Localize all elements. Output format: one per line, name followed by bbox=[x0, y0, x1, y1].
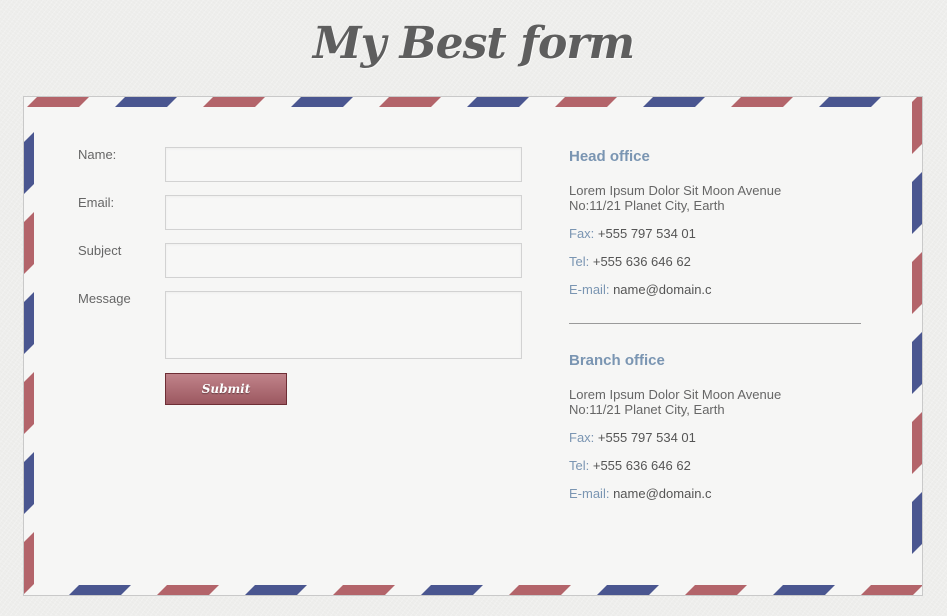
airmail-stripe bbox=[203, 97, 265, 107]
airmail-stripe bbox=[597, 585, 659, 595]
airmail-stripe bbox=[24, 532, 34, 594]
airmail-stripe bbox=[291, 97, 353, 107]
page-title: My Best form bbox=[312, 18, 635, 69]
branch-office-fax: Fax: +555 797 534 01 bbox=[569, 430, 696, 445]
fax-value: +555 797 534 01 bbox=[597, 430, 696, 445]
airmail-stripe bbox=[24, 292, 34, 354]
email-field[interactable] bbox=[165, 195, 522, 230]
airmail-stripe bbox=[509, 585, 571, 595]
airmail-stripe bbox=[467, 97, 529, 107]
branch-office-tel: Tel: +555 636 646 62 bbox=[569, 458, 691, 473]
airmail-stripe bbox=[24, 372, 34, 434]
tel-value: +555 636 646 62 bbox=[592, 458, 691, 473]
email-value: name@domain.c bbox=[613, 486, 712, 501]
airmail-stripe bbox=[685, 585, 747, 595]
airmail-stripe bbox=[555, 97, 617, 107]
airmail-envelope: Name: Email: Subject Message Submit Head… bbox=[23, 96, 923, 596]
airmail-stripe bbox=[69, 585, 131, 595]
fax-label: Fax: bbox=[569, 430, 595, 445]
airmail-stripe bbox=[24, 132, 34, 194]
airmail-stripe bbox=[643, 97, 705, 107]
email-label: E-mail: bbox=[569, 282, 610, 297]
email-value: name@domain.c bbox=[613, 282, 712, 297]
email-label: Email: bbox=[78, 195, 115, 210]
name-field[interactable] bbox=[165, 147, 522, 182]
airmail-stripe bbox=[24, 452, 34, 514]
head-office-tel: Tel: +555 636 646 62 bbox=[569, 254, 691, 269]
airmail-stripe bbox=[731, 97, 793, 107]
branch-office-address: Lorem Ipsum Dolor Sit Moon Avenue No:11/… bbox=[569, 387, 781, 417]
head-office-address-line2: No:11/21 Planet City, Earth bbox=[569, 198, 725, 213]
airmail-stripe bbox=[27, 97, 89, 107]
airmail-stripe bbox=[115, 97, 177, 107]
airmail-stripe bbox=[157, 585, 219, 595]
head-office-email: E-mail: name@domain.c bbox=[569, 282, 712, 297]
airmail-stripe bbox=[773, 585, 835, 595]
office-divider bbox=[569, 323, 861, 324]
branch-office-address-line1: Lorem Ipsum Dolor Sit Moon Avenue bbox=[569, 387, 782, 402]
airmail-stripe bbox=[333, 585, 395, 595]
email-label: E-mail: bbox=[569, 486, 610, 501]
airmail-stripe bbox=[421, 585, 483, 595]
head-office-title: Head office bbox=[569, 148, 650, 165]
head-office-address: Lorem Ipsum Dolor Sit Moon Avenue No:11/… bbox=[569, 183, 781, 213]
branch-office-address-line2: No:11/21 Planet City, Earth bbox=[569, 402, 725, 417]
submit-button[interactable]: Submit bbox=[165, 373, 287, 405]
airmail-stripe bbox=[245, 585, 307, 595]
subject-label: Subject bbox=[78, 243, 122, 258]
fax-value: +555 797 534 01 bbox=[597, 226, 696, 241]
airmail-stripe bbox=[24, 212, 34, 274]
branch-office-email: E-mail: name@domain.c bbox=[569, 486, 712, 501]
head-office-address-line1: Lorem Ipsum Dolor Sit Moon Avenue bbox=[569, 183, 782, 198]
airmail-stripe bbox=[912, 252, 922, 314]
head-office-fax: Fax: +555 797 534 01 bbox=[569, 226, 696, 241]
message-label: Message bbox=[78, 291, 131, 306]
tel-label: Tel: bbox=[569, 458, 590, 473]
airmail-stripe bbox=[912, 97, 922, 154]
tel-label: Tel: bbox=[569, 254, 590, 269]
airmail-stripe bbox=[912, 172, 922, 234]
message-field[interactable] bbox=[165, 291, 522, 359]
name-label: Name: bbox=[78, 147, 117, 162]
airmail-stripe bbox=[861, 585, 922, 595]
branch-office-title: Branch office bbox=[569, 352, 665, 369]
airmail-stripe bbox=[912, 492, 922, 554]
airmail-stripe bbox=[379, 97, 441, 107]
tel-value: +555 636 646 62 bbox=[592, 254, 691, 269]
subject-field[interactable] bbox=[165, 243, 522, 278]
envelope-content: Name: Email: Subject Message Submit Head… bbox=[36, 109, 910, 583]
airmail-stripe bbox=[912, 412, 922, 474]
airmail-stripe bbox=[912, 332, 922, 394]
airmail-stripe bbox=[819, 97, 881, 107]
fax-label: Fax: bbox=[569, 226, 595, 241]
